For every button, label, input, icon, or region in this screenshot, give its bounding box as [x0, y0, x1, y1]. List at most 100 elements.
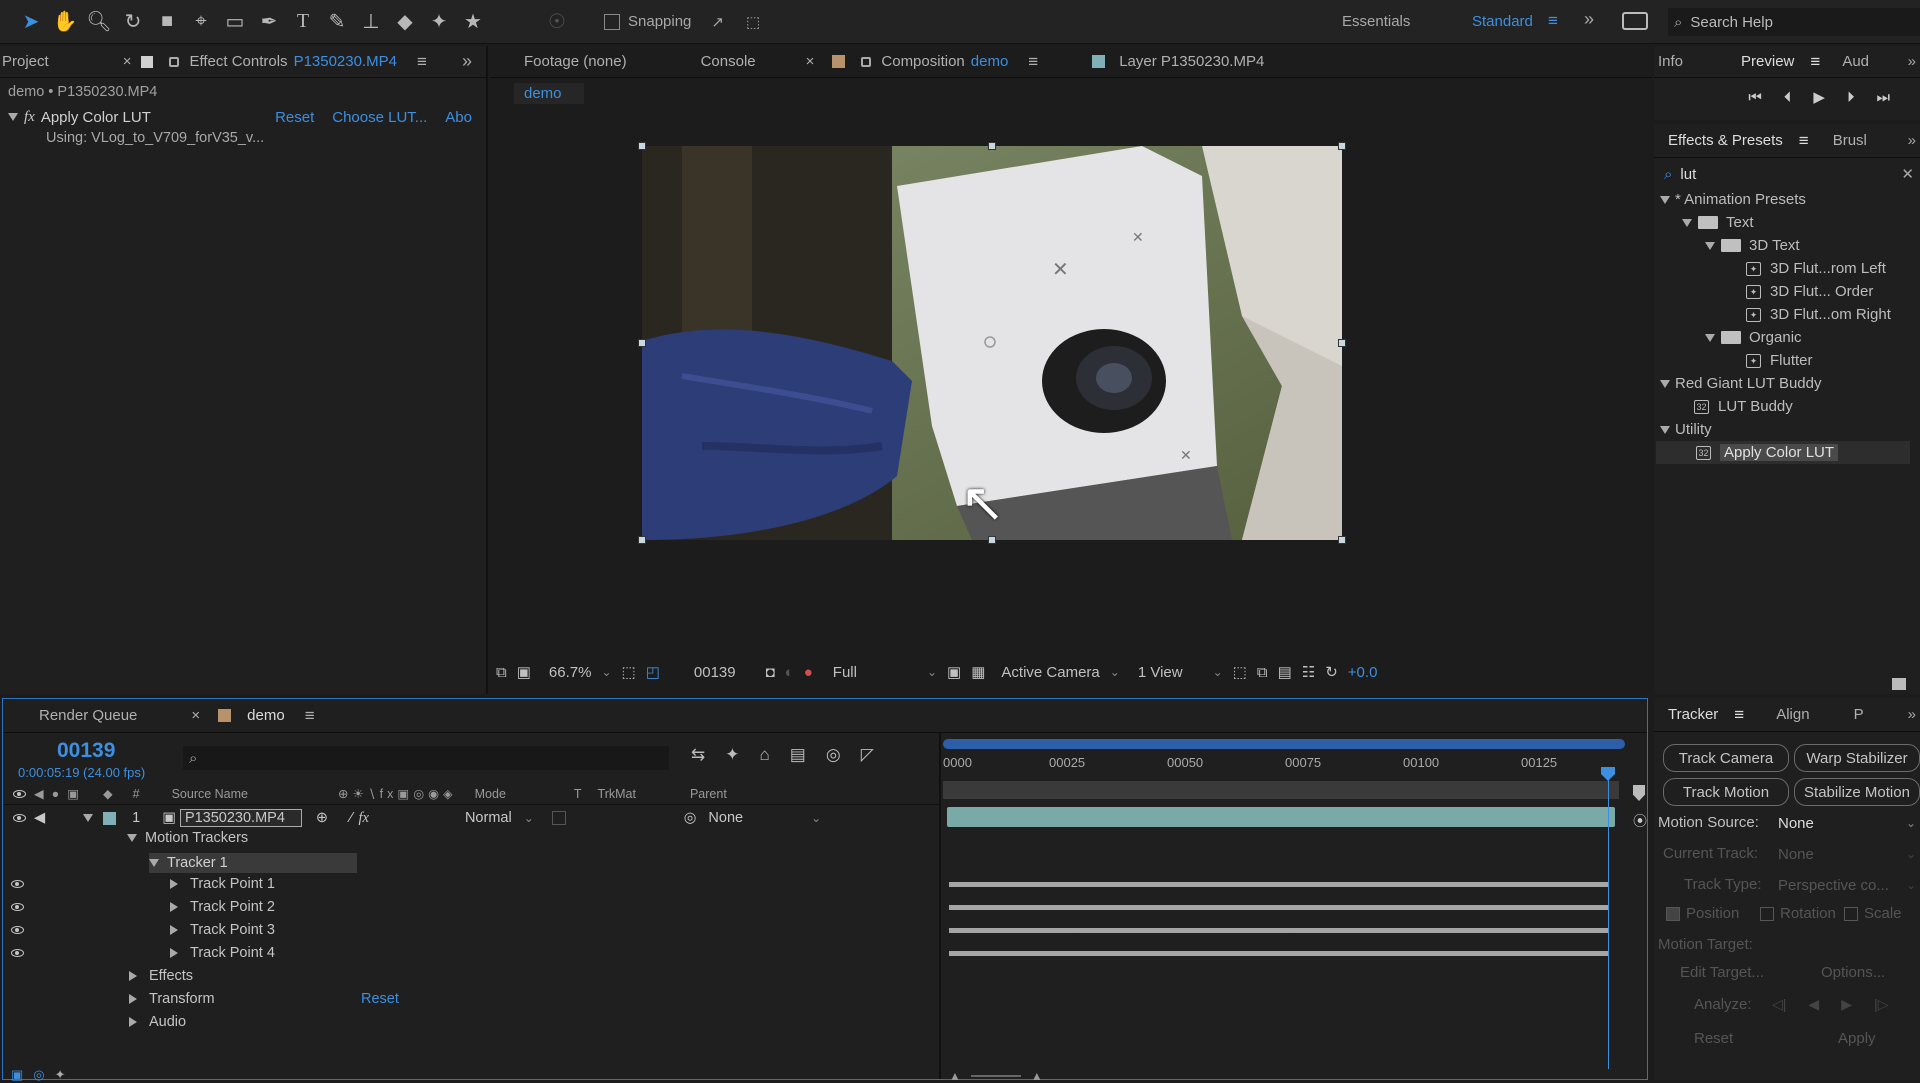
panel-overflow-icon[interactable]: »	[1908, 53, 1916, 70]
flowchart-icon[interactable]: ☷	[1302, 663, 1315, 681]
snapshot-camera-icon[interactable]: ◘	[766, 664, 775, 681]
toggle-modes-icon[interactable]: ◎	[33, 1067, 44, 1083]
graph-editor-icon[interactable]: ◸	[861, 745, 874, 765]
transform-handle[interactable]	[638, 536, 646, 544]
toggle-duration-icon[interactable]: ✦	[55, 1067, 66, 1083]
panel-menu-icon[interactable]: ≡	[1734, 705, 1744, 725]
pan-behind-tool-icon[interactable]: ⌖	[184, 5, 218, 39]
tab-layer[interactable]: Layer P1350230.MP4	[1052, 53, 1278, 70]
tab-tracker[interactable]: Tracker ≡	[1654, 705, 1758, 725]
clear-search-icon[interactable]: ✕	[1901, 165, 1914, 183]
choose-lut-link[interactable]: Choose LUT...	[332, 109, 427, 126]
chevron-down-icon[interactable]: ⌄	[601, 665, 611, 679]
timeline-icon[interactable]: ▤	[1278, 663, 1292, 681]
previous-frame-icon[interactable]: ⏴	[1784, 89, 1792, 106]
close-icon[interactable]: ×	[151, 707, 204, 724]
effects-search-field[interactable]: ⌕ lut ✕	[1664, 162, 1920, 186]
column-mode[interactable]: Mode	[475, 787, 506, 801]
monitor-icon[interactable]: ▣	[517, 663, 531, 681]
motion-source-dropdown[interactable]: None ⌄	[1778, 812, 1916, 834]
draft-3d-icon[interactable]: ✦	[725, 745, 739, 765]
chevron-down-icon[interactable]: ⌄	[1110, 665, 1120, 679]
tab-demo[interactable]: demo ≡	[204, 706, 328, 726]
frame-blending-icon[interactable]: ▤	[790, 745, 806, 765]
timeline-timecode[interactable]: 00139	[57, 739, 115, 763]
position-checkbox[interactable]: Position	[1666, 905, 1739, 922]
brush-tool-icon[interactable]: ✎	[320, 5, 354, 39]
column-trkmat[interactable]: TrkMat	[598, 787, 636, 801]
eraser-tool-icon[interactable]: ◆	[388, 5, 422, 39]
reset-exposure-icon[interactable]: ↻	[1325, 663, 1338, 681]
camera-dropdown[interactable]: Active Camera	[1001, 664, 1099, 681]
track-point-2-row[interactable]: Track Point 2	[11, 899, 275, 915]
analyze-back-one-icon[interactable]: ◁|	[1772, 996, 1786, 1013]
speaker-icon[interactable]: ◀	[34, 810, 45, 826]
collapse-switch-icon[interactable]: ⊕	[316, 810, 328, 826]
transform-handle[interactable]	[638, 339, 646, 347]
eye-icon[interactable]	[11, 880, 24, 888]
snap-feather-icon[interactable]: ⬚	[746, 13, 760, 31]
motion-blur-icon[interactable]: ◎	[826, 745, 841, 765]
panel-menu-icon[interactable]: ≡	[305, 706, 315, 726]
tree-item-text[interactable]: Text	[1654, 211, 1920, 234]
puppet-tool-icon[interactable]: ★	[456, 5, 490, 39]
tab-audio[interactable]: Aud	[1834, 53, 1883, 70]
mode-dropdown[interactable]: Normal	[465, 810, 512, 826]
workspace-standard[interactable]: Standard	[1472, 13, 1533, 30]
new-folder-icon[interactable]	[1892, 678, 1906, 690]
hand-tool-icon[interactable]: ✋	[48, 5, 82, 39]
tab-console[interactable]: Console	[641, 53, 770, 70]
chevron-down-icon[interactable]: ⌄	[927, 665, 937, 679]
label-swatch[interactable]	[103, 811, 117, 825]
exposure-value[interactable]: +0.0	[1348, 664, 1378, 681]
track-point-1-row[interactable]: Track Point 1	[11, 876, 275, 892]
effects-row[interactable]: Effects	[129, 968, 193, 984]
rotate-tool-icon[interactable]: ↻	[116, 5, 150, 39]
transform-row[interactable]: Transform	[129, 991, 215, 1007]
audio-row[interactable]: Audio	[129, 1014, 186, 1030]
track-point-2-keyframes[interactable]	[949, 905, 1609, 910]
comp-flowchart-tab[interactable]: demo	[514, 82, 584, 104]
tree-item-utility[interactable]: Utility	[1654, 418, 1920, 441]
fx-switch-icon[interactable]: fx	[358, 810, 368, 827]
rotation-checkbox[interactable]: Rotation	[1760, 905, 1836, 922]
motion-trackers-row[interactable]: Motion Trackers	[127, 830, 248, 846]
last-frame-icon[interactable]: ⏭	[1876, 89, 1890, 106]
resolution-dropdown[interactable]: Full	[833, 664, 857, 681]
region-of-interest-icon[interactable]: ▣	[947, 663, 961, 681]
panel-menu-icon[interactable]: ≡	[1028, 52, 1038, 72]
timeline-search-field[interactable]: ⌕	[183, 746, 669, 770]
zoom-slider[interactable]: ▲ ▲	[949, 1069, 1043, 1083]
fit-frame-icon[interactable]: ⬚	[622, 663, 636, 681]
tree-item-3d-flutter-right[interactable]: ✦ 3D Flut...om Right	[1654, 303, 1920, 326]
clone-stamp-tool-icon[interactable]: ⊥	[354, 5, 388, 39]
rectangle-tool-icon[interactable]: ▭	[218, 5, 252, 39]
track-type-dropdown[interactable]: Perspective co... ⌄	[1778, 874, 1916, 896]
fx-icon[interactable]: fx	[24, 109, 35, 126]
panel-menu-icon[interactable]: ≡	[1799, 131, 1809, 151]
first-frame-icon[interactable]: ⏮	[1748, 89, 1762, 106]
tab-align[interactable]: Align	[1758, 706, 1823, 723]
scale-checkbox[interactable]: Scale	[1844, 905, 1902, 922]
pen-tool-icon[interactable]: ✒	[252, 5, 286, 39]
tab-project[interactable]: Project	[0, 53, 63, 70]
transform-handle[interactable]	[988, 142, 996, 150]
tab-brushes[interactable]: Brusl	[1823, 132, 1881, 149]
stabilize-motion-button[interactable]: Stabilize Motion	[1794, 778, 1920, 806]
column-parent[interactable]: Parent	[690, 787, 727, 801]
close-icon[interactable]: ×	[63, 53, 136, 70]
layer-duration-bar[interactable]	[947, 807, 1615, 827]
panel-overflow-icon[interactable]: »	[1908, 132, 1916, 149]
expand-triangle-icon[interactable]	[8, 113, 18, 121]
tab-footage[interactable]: Footage (none)	[490, 53, 641, 70]
tab-preview[interactable]: Preview ≡	[1697, 52, 1834, 72]
tree-item-lut-buddy[interactable]: 32 LUT Buddy	[1654, 395, 1920, 418]
fast-previews-icon[interactable]: ⧉	[1257, 664, 1268, 681]
tracker-reset-button[interactable]: Reset	[1694, 1030, 1733, 1047]
chevron-down-icon[interactable]: ⌄	[811, 811, 821, 825]
pick-whip-icon[interactable]: ◎	[684, 810, 697, 826]
quality-switch-icon[interactable]: ∕	[350, 810, 352, 826]
workspace-overflow-icon[interactable]: »	[1584, 9, 1594, 30]
analyze-forward-one-icon[interactable]: |▷	[1874, 996, 1888, 1013]
chevron-down-icon[interactable]: ⌄	[1213, 665, 1223, 679]
